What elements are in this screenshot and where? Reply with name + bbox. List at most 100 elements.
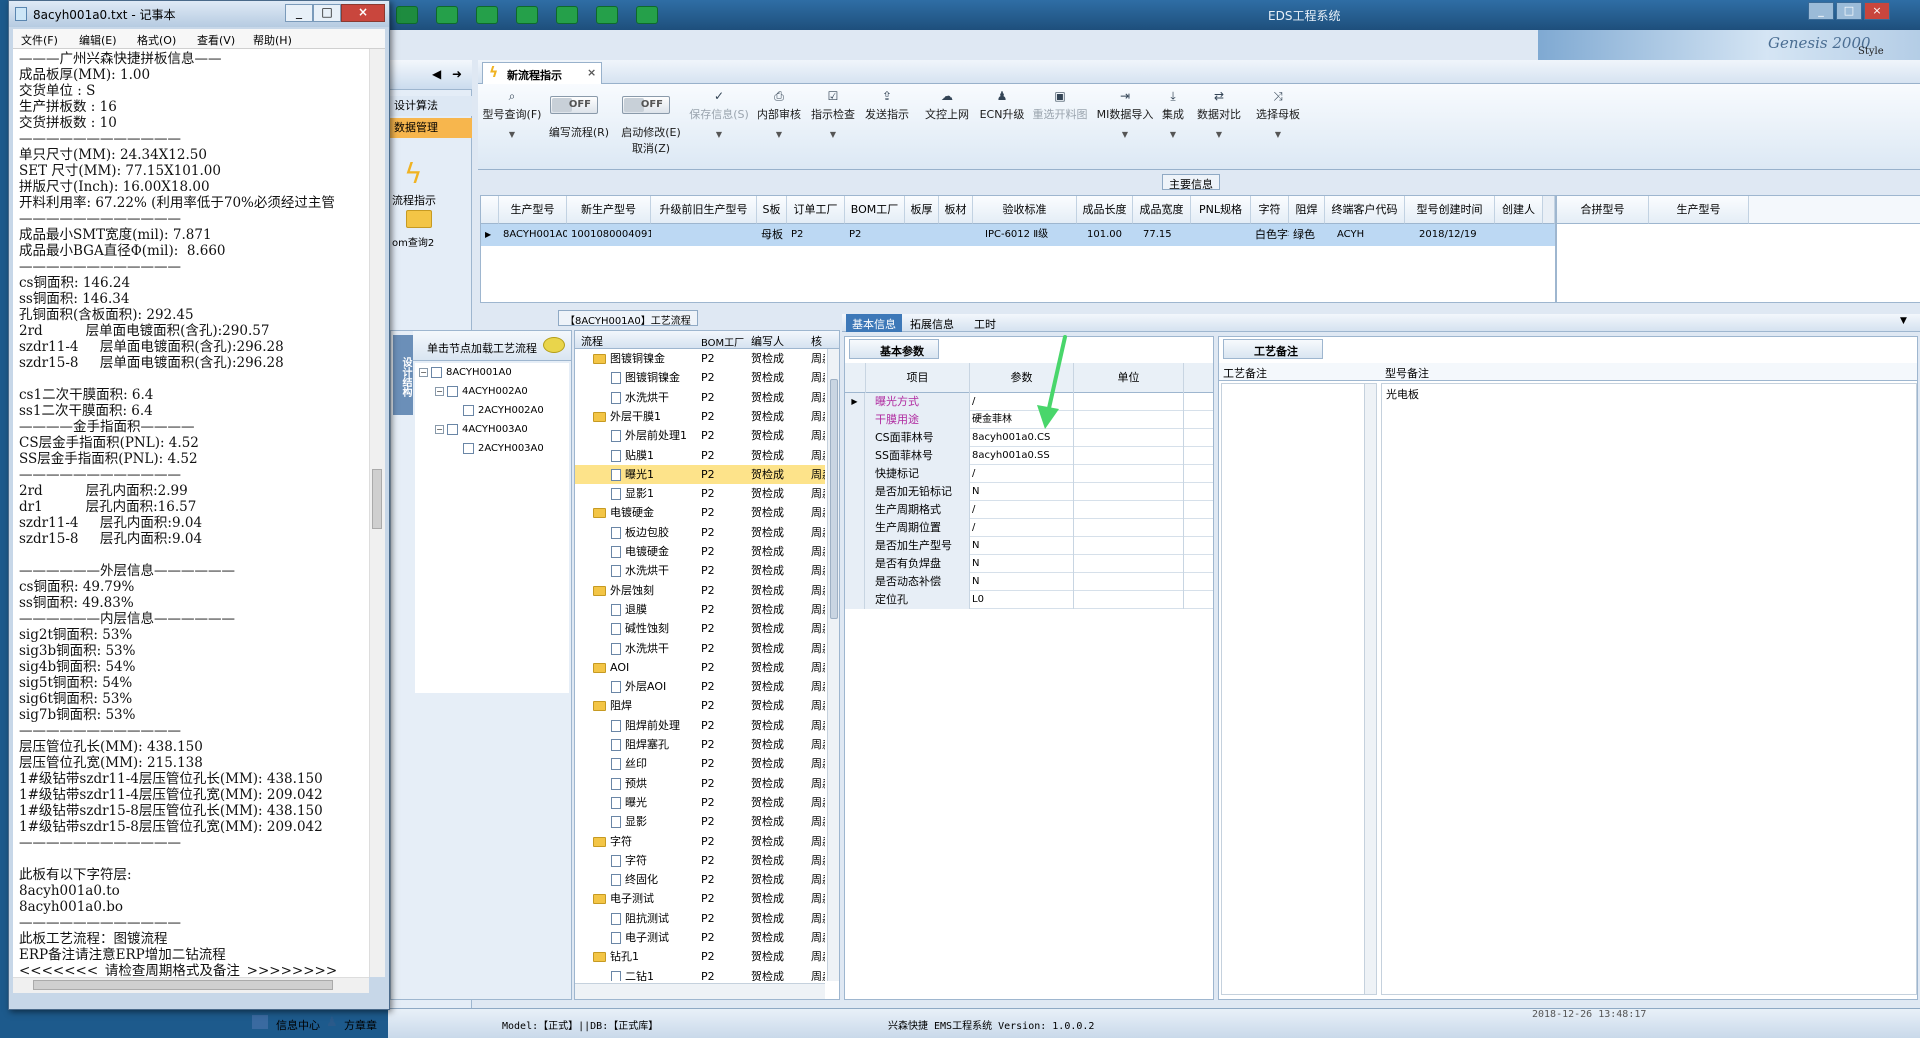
flow-row[interactable]: 丝印 P2 贺检成 周淼: [575, 754, 825, 773]
property-row[interactable]: 是否加无铅标记 N: [845, 483, 1213, 501]
cell[interactable]: IPC-6012 Ⅱ级: [973, 224, 1077, 246]
property-value[interactable]: N: [970, 573, 1074, 591]
flow-row[interactable]: 图镀铜镍金 P2 贺检成 周淼: [575, 368, 825, 387]
cell[interactable]: P2: [787, 224, 845, 246]
property-row[interactable]: 生产周期位置 /: [845, 519, 1213, 537]
property-value[interactable]: /: [970, 465, 1074, 483]
style-label[interactable]: Style: [1858, 46, 1884, 57]
flow-row[interactable]: 阻焊塞孔 P2 贺检成 周淼: [575, 735, 825, 754]
col-header[interactable]: 核: [811, 333, 822, 349]
col-header[interactable]: BOM工厂: [845, 196, 905, 224]
check-instruction-button[interactable]: ☑ 指示检查 ▼: [804, 90, 862, 139]
property-row[interactable]: 定位孔 L0: [845, 591, 1213, 609]
menu-format[interactable]: 格式(O): [137, 32, 176, 48]
col-header[interactable]: 成品长度: [1077, 196, 1133, 224]
property-unit[interactable]: [1074, 591, 1184, 609]
flow-row[interactable]: 水洗烘干 P2 贺检成 周淼: [575, 561, 825, 580]
flow-row[interactable]: 碱性蚀刻 P2 贺检成 周淼: [575, 619, 825, 638]
col-header[interactable]: 阻焊: [1289, 196, 1325, 224]
close-tab-icon[interactable]: ×: [587, 66, 596, 79]
flow-row[interactable]: 钻孔1 P2 贺检成 周淼: [575, 947, 825, 966]
property-row[interactable]: 快捷标记 /: [845, 465, 1213, 483]
property-value[interactable]: /: [970, 501, 1074, 519]
process-remark-box[interactable]: [1221, 383, 1377, 995]
notepad-hscrollbar[interactable]: [13, 977, 369, 993]
flow-row[interactable]: 显影1 P2 贺检成 周淼: [575, 484, 825, 503]
cell[interactable]: 10010800040918: [567, 224, 651, 246]
col-header[interactable]: PNL规格: [1191, 196, 1251, 224]
col-header[interactable]: 升级前旧生产型号: [651, 196, 757, 224]
property-value[interactable]: 8acyh001a0.SS: [970, 447, 1074, 465]
tree-node[interactable]: −4ACYH003A0: [435, 422, 528, 438]
grid-icon[interactable]: [396, 6, 418, 24]
property-row[interactable]: 是否有负焊盘 N: [845, 555, 1213, 573]
flow-row[interactable]: 显影 P2 贺检成 周淼: [575, 812, 825, 831]
property-row[interactable]: 是否加生产型号 N: [845, 537, 1213, 555]
tab-basic-info[interactable]: 基本信息: [846, 314, 902, 332]
menu-edit[interactable]: 编辑(E): [79, 32, 117, 48]
maximize-button[interactable]: □: [313, 4, 341, 22]
cell[interactable]: [939, 224, 973, 246]
col-header[interactable]: BOM工厂: [701, 334, 744, 349]
flow-row[interactable]: 外层前处理1 P2 贺检成 周淼: [575, 426, 825, 445]
flow-row[interactable]: 外层干膜1 P2 贺检成 周淼: [575, 407, 825, 426]
col-header[interactable]: S板: [757, 196, 787, 224]
col-header[interactable]: 订单工厂: [787, 196, 845, 224]
close-button[interactable]: ×: [341, 4, 385, 22]
col-header[interactable]: 新生产型号: [567, 196, 651, 224]
table-icon[interactable]: [556, 6, 578, 24]
property-unit[interactable]: [1074, 537, 1184, 555]
flow-hscrollbar[interactable]: [575, 983, 825, 999]
property-unit[interactable]: [1074, 555, 1184, 573]
film-icon[interactable]: [476, 6, 498, 24]
chart-icon[interactable]: [636, 6, 658, 24]
start-edit-toggle[interactable]: OFF: [622, 96, 670, 114]
property-row[interactable]: CS面菲林号 8acyh001a0.CS: [845, 429, 1213, 447]
col-header[interactable]: 合拼型号: [1557, 196, 1649, 224]
col-header[interactable]: 成品宽度: [1133, 196, 1191, 224]
scroll-thumb[interactable]: [372, 469, 382, 529]
flow-row[interactable]: 水洗烘干 P2 贺检成 周淼: [575, 388, 825, 407]
tree-icon[interactable]: [516, 6, 538, 24]
integrate-button[interactable]: ⤓ 集成 ▼: [1152, 90, 1194, 139]
col-header[interactable]: 板厚: [905, 196, 939, 224]
cell[interactable]: [905, 224, 939, 246]
flow-row[interactable]: 字符 P2 贺检成 周淼: [575, 851, 825, 870]
menu-view[interactable]: 查看(V): [197, 32, 235, 48]
notepad-vscrollbar[interactable]: [369, 49, 385, 977]
flow-row[interactable]: AOI P2 贺检成 周淼: [575, 658, 825, 677]
property-unit[interactable]: [1074, 519, 1184, 537]
property-row[interactable]: SS面菲林号 8acyh001a0.SS: [845, 447, 1213, 465]
property-unit[interactable]: [1074, 429, 1184, 447]
col-header[interactable]: 板材: [939, 196, 973, 224]
save-info-button[interactable]: ✓ 保存信息(S) ▼: [684, 90, 754, 139]
nav-item-query[interactable]: om查询2: [392, 234, 434, 249]
property-unit[interactable]: [1074, 393, 1184, 411]
flow-row[interactable]: 阻焊前处理 P2 贺检成 周淼: [575, 716, 825, 735]
flow-row[interactable]: 电子测试 P2 贺检成 周淼: [575, 889, 825, 908]
flow-row[interactable]: 电镀硬金 P2 贺检成 周淼: [575, 503, 825, 522]
model-query-button[interactable]: ⌕ 型号查询(F) ▼: [482, 90, 542, 139]
property-unit[interactable]: [1074, 447, 1184, 465]
col-header[interactable]: 生产型号: [1649, 196, 1749, 224]
nav-item-flow[interactable]: 流程指示: [392, 192, 436, 208]
write-flow-toggle[interactable]: OFF: [550, 96, 598, 114]
minimize-button[interactable]: _: [285, 4, 313, 22]
tab-structure[interactable]: 设计结构: [393, 335, 413, 415]
property-unit[interactable]: [1074, 465, 1184, 483]
flow-row[interactable]: 阻焊 P2 贺检成 周淼: [575, 696, 825, 715]
property-row[interactable]: 生产周期格式 /: [845, 501, 1213, 519]
model-remark-box[interactable]: 光电板: [1381, 383, 1917, 995]
property-unit[interactable]: [1074, 501, 1184, 519]
property-row[interactable]: 干膜用途 硬金菲林: [845, 411, 1213, 429]
reselect-cut-button[interactable]: ▣ 重选开料图: [1026, 90, 1094, 122]
flow-row[interactable]: 贴膜1 P2 贺检成 周淼: [575, 446, 825, 465]
flow-row[interactable]: 字符 P2 贺检成 周淼: [575, 832, 825, 851]
flow-row[interactable]: 图镀铜镍金 P2 贺检成 周淼: [575, 349, 825, 368]
cell[interactable]: 2018/12/19: [1405, 224, 1495, 246]
internal-review-button[interactable]: ⎙ 内部审核 ▼: [750, 90, 808, 139]
tree-node[interactable]: 2ACYH003A0: [463, 441, 544, 457]
property-row[interactable]: ▶ 曝光方式 /: [845, 393, 1213, 411]
cell[interactable]: 绿色: [1289, 224, 1325, 246]
flow-row[interactable]: 电子测试 P2 贺检成 周淼: [575, 928, 825, 947]
